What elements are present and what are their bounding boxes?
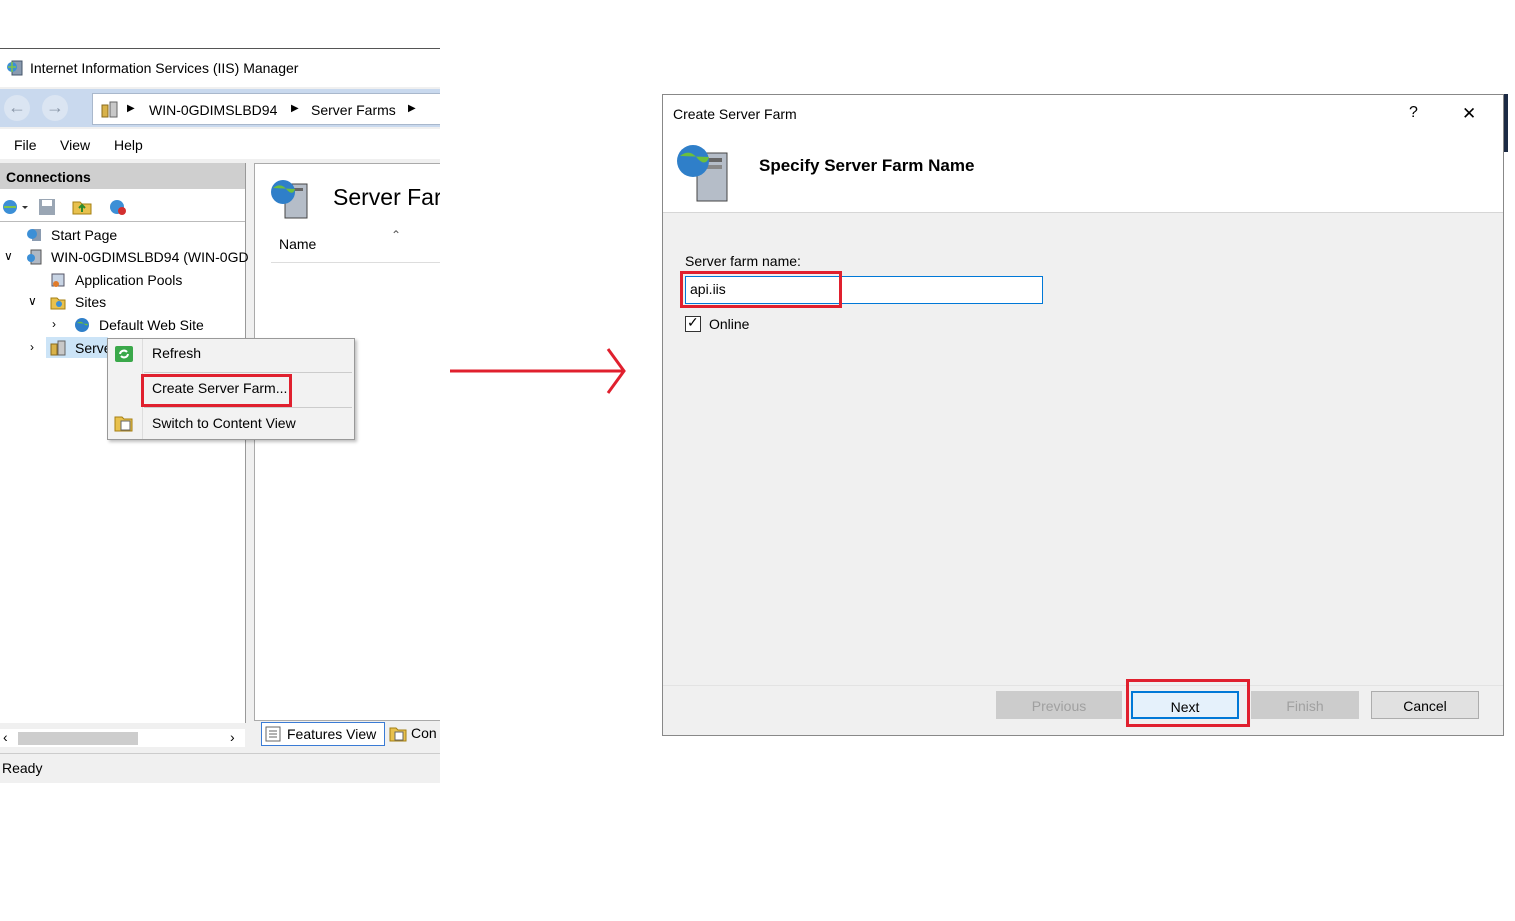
connect-globe-icon[interactable] xyxy=(2,198,30,216)
server-farm-icon xyxy=(50,340,66,356)
expand-chevron-icon[interactable]: › xyxy=(52,317,56,331)
server-farm-large-icon xyxy=(677,145,728,202)
previous-button[interactable]: Previous xyxy=(996,691,1122,719)
breadcrumb-separator-icon: ▶ xyxy=(291,103,299,114)
start-page-icon xyxy=(27,229,41,241)
menu-help[interactable]: Help xyxy=(114,137,143,153)
context-menu-switch-to-content-view[interactable]: Switch to Content View xyxy=(152,415,296,431)
context-menu-refresh[interactable]: Refresh xyxy=(152,345,201,361)
dialog-heading: Specify Server Farm Name xyxy=(759,156,975,175)
tree-default-web-site[interactable]: Default Web Site xyxy=(99,317,204,333)
forward-arrow-icon[interactable]: → xyxy=(42,95,68,121)
breadcrumb-server[interactable]: WIN-0GDIMSLBD94 xyxy=(149,102,277,118)
footer-divider xyxy=(663,685,1503,686)
menu-separator xyxy=(144,372,352,373)
sort-ascending-icon: ⌃ xyxy=(391,228,402,242)
iis-title-bar: Internet Information Services (IIS) Mana… xyxy=(0,49,440,87)
collapse-chevron-icon[interactable]: ∨ xyxy=(4,249,13,263)
highlight-create-server-farm xyxy=(141,374,292,407)
tree-sites[interactable]: Sites xyxy=(75,294,106,310)
arrow-right-icon xyxy=(450,348,626,394)
status-bar: Ready xyxy=(0,753,440,783)
checkmark-icon: ✓ xyxy=(687,314,699,330)
application-pools-icon xyxy=(51,273,65,287)
connections-header: Connections xyxy=(0,163,245,189)
breadcrumb[interactable]: ▶ WIN-0GDIMSLBD94 ▶ Server Farms ▶ xyxy=(92,93,440,125)
sites-folder-icon xyxy=(50,297,66,310)
back-arrow-icon[interactable]: ← xyxy=(4,95,30,121)
refresh-icon xyxy=(115,346,133,362)
status-text: Ready xyxy=(2,760,43,776)
dialog-title: Create Server Farm xyxy=(673,106,797,122)
content-view-icon xyxy=(114,416,133,432)
online-checkbox[interactable]: ✓ xyxy=(685,314,701,332)
connections-toolbar xyxy=(0,191,245,222)
iis-app-icon xyxy=(7,60,23,76)
finish-button[interactable]: Finish xyxy=(1251,691,1359,719)
content-view-icon xyxy=(389,727,407,742)
address-bar: ← → ▶ WIN-0GDIMSLBD94 ▶ Server Farms ▶ xyxy=(0,89,440,127)
help-button[interactable]: ? xyxy=(1409,104,1418,122)
tree-server[interactable]: WIN-0GDIMSLBD94 (WIN-0GD xyxy=(51,249,249,265)
globe-icon xyxy=(75,318,89,332)
connections-panel: Connections Start Page ∨ WIN-0GDIMSLBD94… xyxy=(0,163,249,723)
save-icon[interactable] xyxy=(38,198,56,216)
cancel-button[interactable]: Cancel xyxy=(1371,691,1479,719)
tree-start-page[interactable]: Start Page xyxy=(51,227,117,243)
content-title: Server Farr xyxy=(333,184,440,210)
menu-file[interactable]: File xyxy=(14,137,37,153)
disconnect-icon[interactable] xyxy=(108,198,128,216)
iis-title: Internet Information Services (IIS) Mana… xyxy=(30,60,299,76)
scrollbar-thumb[interactable] xyxy=(18,732,138,745)
features-view-icon xyxy=(265,726,281,742)
expand-chevron-icon[interactable]: › xyxy=(30,340,34,354)
menu-view[interactable]: View xyxy=(60,137,90,153)
dialog-header: Create Server Farm ? ✕ Specify Server Fa… xyxy=(663,95,1503,213)
server-farm-large-icon xyxy=(271,180,308,219)
horizontal-scrollbar[interactable]: ‹ › xyxy=(0,729,245,747)
tab-features-view[interactable]: Features View xyxy=(261,722,385,746)
close-button[interactable]: ✕ xyxy=(1462,104,1476,124)
tab-content-view[interactable]: Con xyxy=(411,725,437,741)
connections-header-label: Connections xyxy=(6,169,91,185)
breadcrumb-server-farms[interactable]: Server Farms xyxy=(311,102,396,118)
menu-bar: File View Help xyxy=(0,129,440,159)
up-folder-icon[interactable] xyxy=(72,197,92,215)
menu-separator xyxy=(144,407,352,408)
scroll-left-icon[interactable]: ‹ xyxy=(3,729,8,745)
create-server-farm-dialog: Create Server Farm ? ✕ Specify Server Fa… xyxy=(662,94,1504,736)
tree-application-pools[interactable]: Application Pools xyxy=(75,272,182,288)
column-divider xyxy=(271,262,440,263)
tab-features-view-label: Features View xyxy=(287,726,377,742)
breadcrumb-separator-icon: ▶ xyxy=(127,103,135,114)
highlight-server-farm-name xyxy=(680,271,842,308)
server-farm-name-label: Server farm name: xyxy=(685,253,801,269)
breadcrumb-separator-icon: ▶ xyxy=(408,103,416,114)
online-label[interactable]: Online xyxy=(709,316,749,332)
server-farm-icon xyxy=(101,101,118,118)
server-icon xyxy=(27,249,42,265)
highlight-next-button xyxy=(1126,679,1250,727)
scroll-right-icon[interactable]: › xyxy=(230,729,235,745)
collapse-chevron-icon[interactable]: ∨ xyxy=(28,294,37,308)
iis-manager-window: Internet Information Services (IIS) Mana… xyxy=(0,48,440,783)
column-header-name[interactable]: Name xyxy=(279,236,316,252)
content-pane: Server Farr Name ⌃ xyxy=(254,163,440,721)
